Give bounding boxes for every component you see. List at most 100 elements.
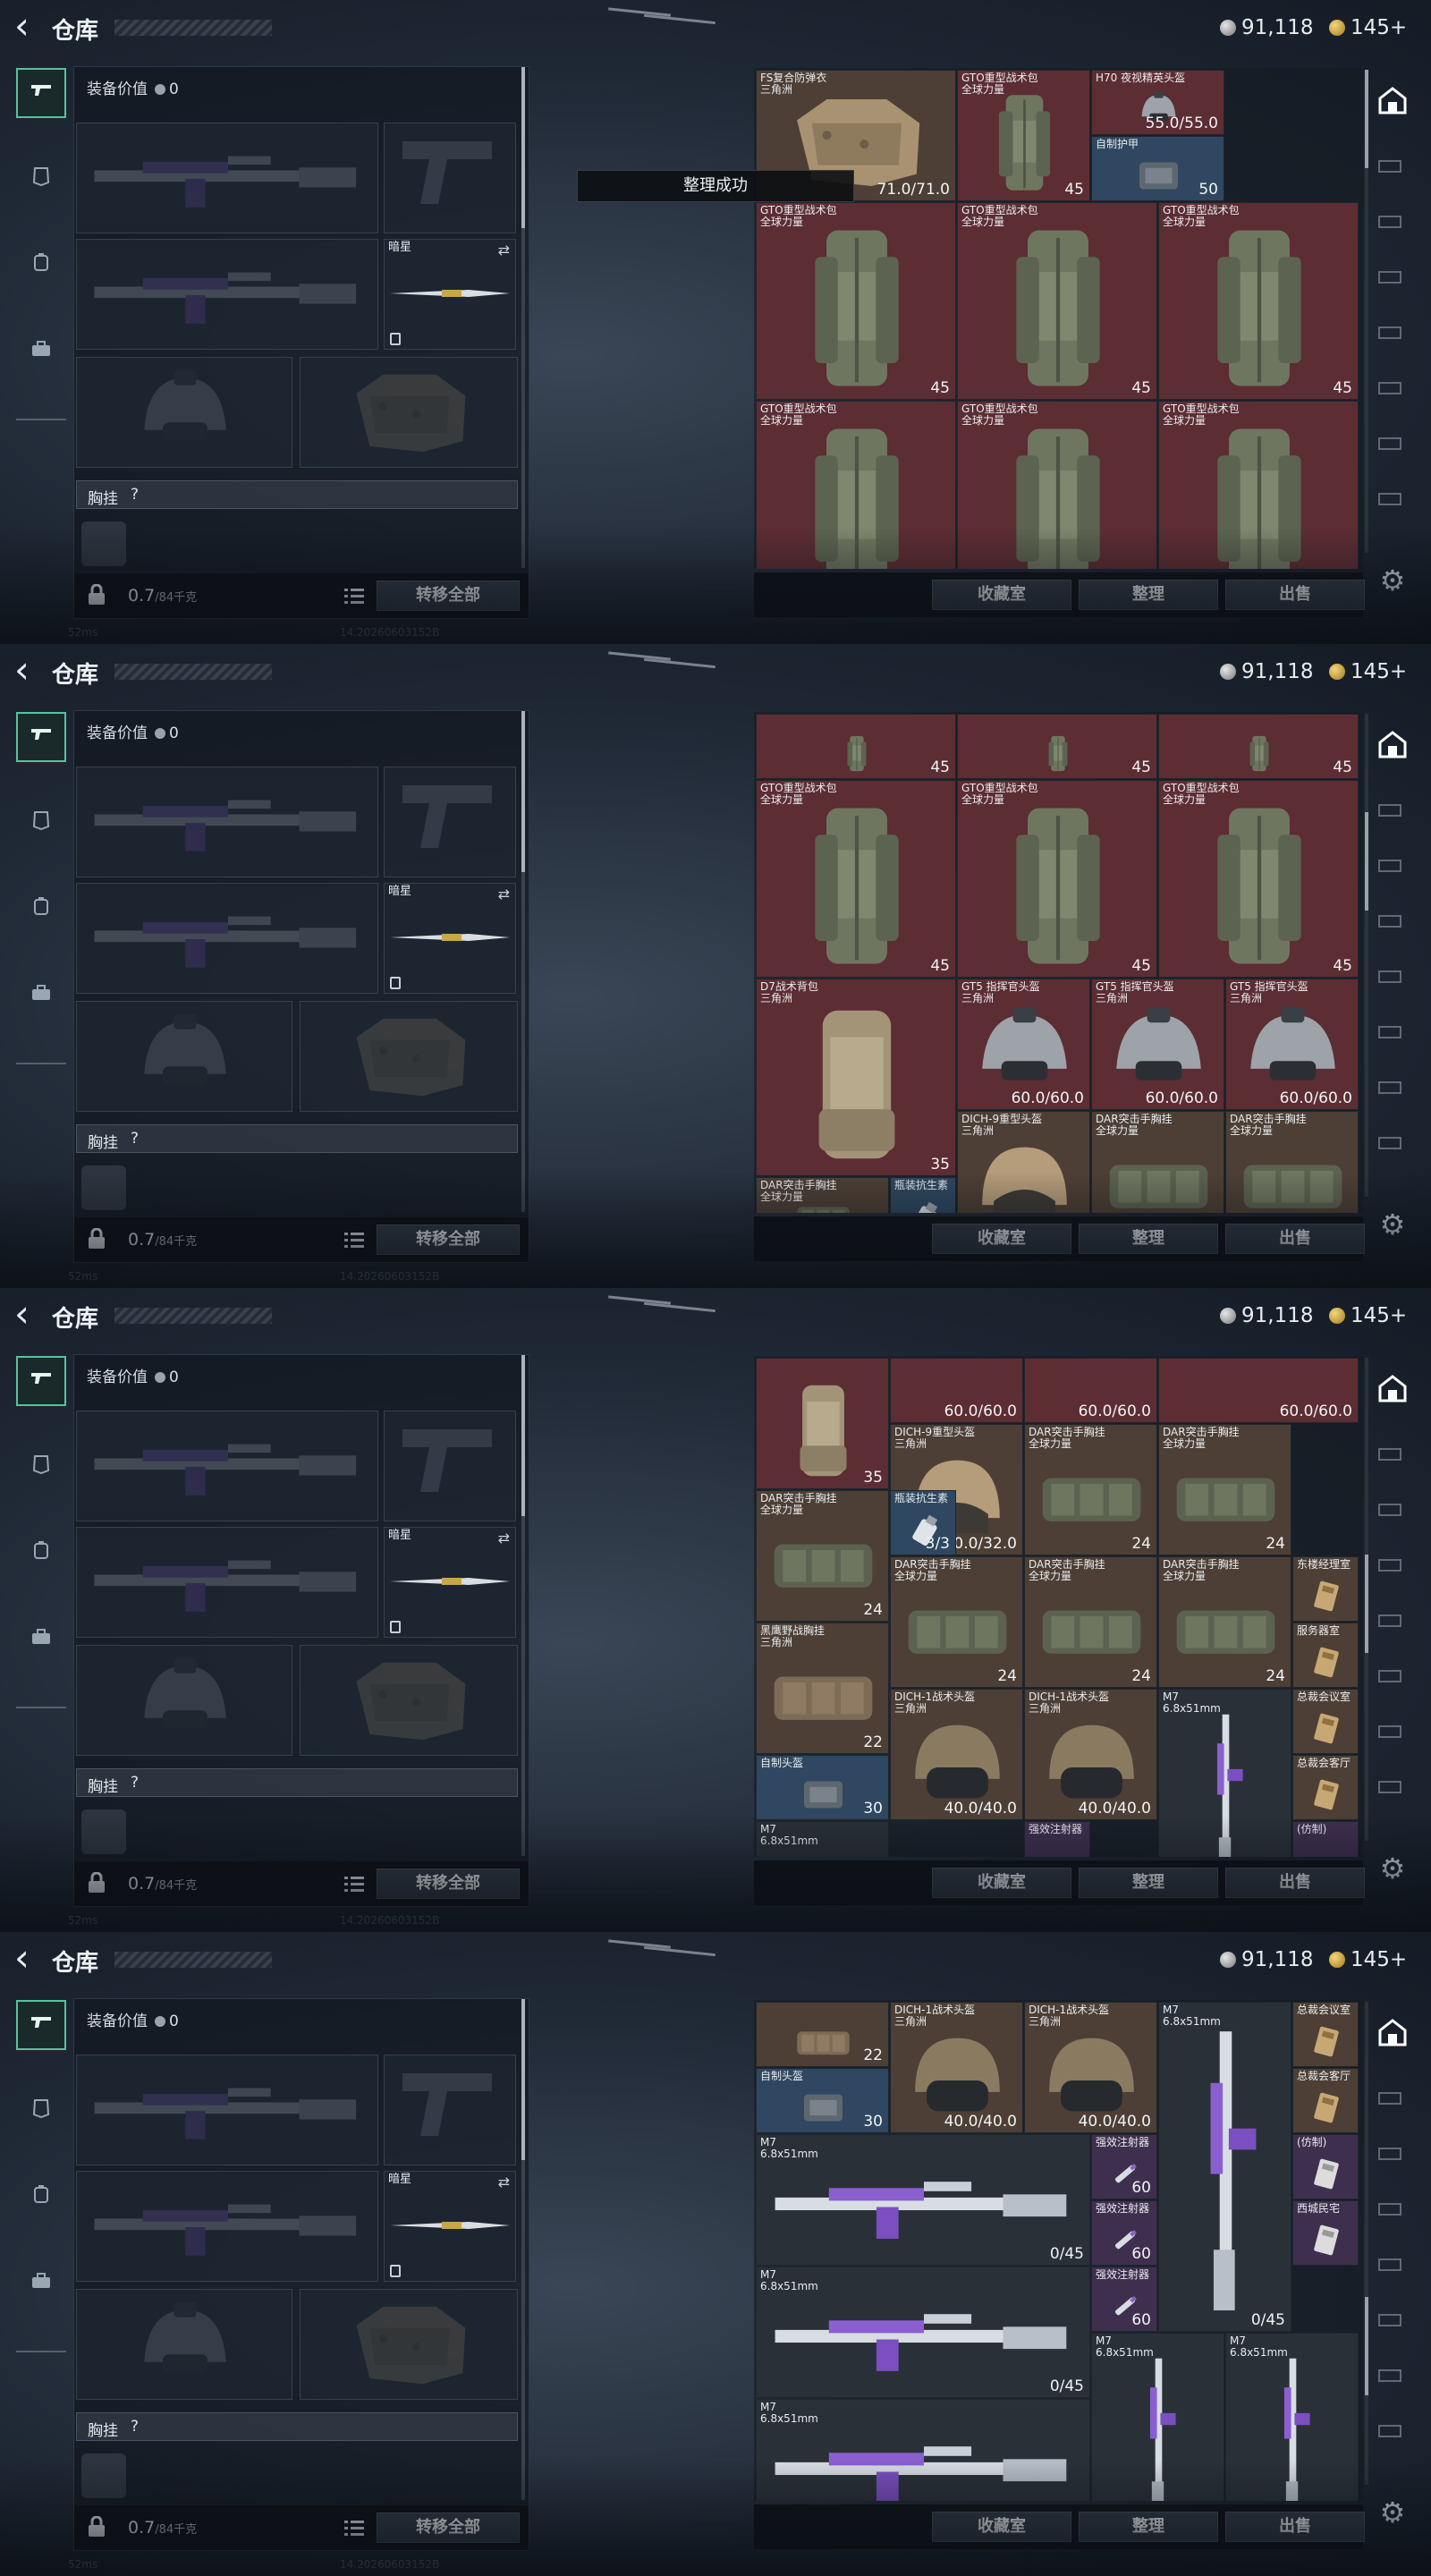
inventory-item[interactable]: DAR突击手胸挂 全球力量 24 bbox=[1024, 1424, 1157, 1555]
equipment-scrollbar[interactable] bbox=[521, 1999, 525, 2500]
inventory-item[interactable]: DAR突击手胸挂 全球力量 bbox=[756, 1177, 889, 1213]
storage-tab-icon[interactable] bbox=[1377, 1445, 1411, 1465]
chest-rig-slot[interactable]: 胸挂? bbox=[76, 2412, 518, 2441]
help-icon[interactable]: ? bbox=[131, 1774, 139, 1792]
pistol-slot[interactable] bbox=[384, 767, 516, 877]
nav-gun[interactable] bbox=[16, 1356, 66, 1406]
nav-backpack[interactable] bbox=[16, 884, 66, 934]
helmet-slot[interactable] bbox=[76, 357, 292, 468]
inventory-item[interactable]: 35 bbox=[756, 1358, 889, 1489]
scrollbar-thumb[interactable] bbox=[1365, 1555, 1368, 1653]
scrollbar-thumb[interactable] bbox=[1365, 2297, 1368, 2395]
inventory-item[interactable]: M7 6.8x51mm 0/45 bbox=[756, 2134, 1090, 2266]
back-arrow-icon[interactable]: ‹ bbox=[14, 651, 39, 689]
storage-tab-icon[interactable] bbox=[1377, 912, 1411, 932]
inventory-item[interactable]: 强效注射器 60 bbox=[1091, 2134, 1157, 2199]
scrollbar-thumb[interactable] bbox=[521, 711, 525, 872]
inventory-item[interactable]: GTO重型战术包 全球力量 45 bbox=[1158, 780, 1359, 978]
inventory-item[interactable]: DAR突击手胸挂 全球力量 24 bbox=[1158, 1556, 1291, 1688]
storage-tab-icon[interactable] bbox=[1377, 1778, 1411, 1798]
pistol-slot[interactable] bbox=[384, 1411, 516, 1521]
inventory-item[interactable]: H70 夜视精英头盔 55.0/55.0 bbox=[1091, 70, 1224, 135]
settings-gear-icon[interactable]: ⚙ bbox=[1377, 565, 1408, 596]
sell-button[interactable]: 出售 bbox=[1225, 2512, 1365, 2542]
collection-room-button[interactable]: 收藏室 bbox=[932, 580, 1071, 610]
nav-gun[interactable] bbox=[16, 68, 66, 118]
organize-button[interactable]: 整理 bbox=[1079, 1224, 1218, 1254]
nav-backpack[interactable] bbox=[16, 1528, 66, 1578]
storage-tab-icon[interactable] bbox=[1377, 968, 1411, 987]
chest-rig-slot[interactable]: 胸挂? bbox=[76, 480, 518, 509]
storage-tab-icon[interactable] bbox=[1377, 1723, 1411, 1742]
storage-tab-icon[interactable] bbox=[1377, 2422, 1411, 2442]
gold-currency[interactable]: 145+ bbox=[1329, 14, 1407, 41]
pistol-slot[interactable] bbox=[384, 123, 516, 233]
back-arrow-icon[interactable]: ‹ bbox=[14, 1295, 39, 1333]
warehouse-icon[interactable] bbox=[1377, 1374, 1411, 1404]
transfer-all-button[interactable]: 转移全部 bbox=[377, 1868, 520, 1899]
inventory-scrollbar[interactable] bbox=[1365, 2002, 1368, 2485]
inventory-item[interactable]: 强效注射器 bbox=[1024, 1821, 1090, 1857]
primary-weapon-slot[interactable] bbox=[76, 1411, 378, 1521]
primary-weapon-slot[interactable] bbox=[76, 767, 378, 877]
melee-slot[interactable]: 暗星 ⇄ bbox=[384, 2171, 516, 2282]
organize-button[interactable]: 整理 bbox=[1079, 2512, 1218, 2542]
inventory-item[interactable]: 强效注射器 60 bbox=[1091, 2267, 1157, 2332]
inventory-item[interactable]: GTO重型战术包 全球力量 45 bbox=[1158, 202, 1359, 400]
storage-tab-icon[interactable] bbox=[1377, 801, 1411, 821]
secondary-weapon-slot[interactable] bbox=[76, 1527, 378, 1638]
nav-gun[interactable] bbox=[16, 2000, 66, 2050]
nav-backpack[interactable] bbox=[16, 240, 66, 290]
settings-gear-icon[interactable]: ⚙ bbox=[1377, 1209, 1408, 1240]
inventory-item[interactable]: M7 6.8x51mm 0/45 bbox=[756, 2267, 1090, 2398]
inventory-item[interactable]: 服务器室 bbox=[1292, 1623, 1359, 1688]
inventory-item[interactable]: M7 6.8x51mm bbox=[756, 2399, 1090, 2501]
nav-armor[interactable] bbox=[16, 1442, 66, 1492]
storage-tab-icon[interactable] bbox=[1377, 2311, 1411, 2331]
primary-weapon-slot[interactable] bbox=[76, 123, 378, 233]
inventory-item[interactable]: DICH-9重型头盔 三角洲 bbox=[957, 1111, 1090, 1213]
inventory-scrollbar[interactable] bbox=[1365, 1358, 1368, 1841]
sell-button[interactable]: 出售 bbox=[1225, 580, 1365, 610]
inventory-item[interactable]: 强效注射器 60 bbox=[1091, 2200, 1157, 2266]
equipment-scrollbar[interactable] bbox=[521, 1355, 525, 1856]
organize-button[interactable]: 整理 bbox=[1079, 1868, 1218, 1898]
storage-tab-icon[interactable] bbox=[1377, 157, 1411, 177]
gold-currency[interactable]: 145+ bbox=[1329, 1946, 1407, 1973]
collection-room-button[interactable]: 收藏室 bbox=[932, 1224, 1071, 1254]
inventory-scrollbar[interactable] bbox=[1365, 70, 1368, 553]
inventory-item[interactable]: DAR突击手胸挂 全球力量 24 bbox=[1158, 1424, 1291, 1555]
equipment-scrollbar[interactable] bbox=[521, 67, 525, 568]
inventory-item[interactable]: DICH-1战术头盔 三角洲 40.0/40.0 bbox=[890, 1689, 1023, 1820]
transfer-all-button[interactable]: 转移全部 bbox=[377, 1224, 520, 1255]
warehouse-icon[interactable] bbox=[1377, 86, 1411, 116]
inventory-item[interactable]: M7 6.8x51mm bbox=[1225, 2333, 1359, 2501]
storage-tab-icon[interactable] bbox=[1377, 268, 1411, 288]
inventory-item[interactable]: DICH-1战术头盔 三角洲 40.0/40.0 bbox=[1024, 2002, 1157, 2133]
back-arrow-icon[interactable]: ‹ bbox=[14, 1939, 39, 1977]
nav-briefcase[interactable] bbox=[16, 1614, 66, 1664]
scrollbar-thumb[interactable] bbox=[521, 1999, 525, 2160]
inventory-item[interactable]: M7 6.8x51mm 0/45 bbox=[1158, 2002, 1291, 2332]
inventory-item[interactable]: 45 bbox=[1158, 714, 1359, 779]
storage-tab-icon[interactable] bbox=[1377, 1612, 1411, 1631]
warehouse-icon[interactable] bbox=[1377, 730, 1411, 760]
inventory-item[interactable]: (仿制) bbox=[1292, 1821, 1359, 1857]
inventory-item[interactable]: 60.0/60.0 bbox=[890, 1358, 1023, 1423]
inventory-item[interactable]: GT5 指挥官头盔 三角洲 60.0/60.0 bbox=[1091, 979, 1224, 1110]
inventory-item[interactable]: 总裁会客厅 bbox=[1292, 1755, 1359, 1820]
sell-button[interactable]: 出售 bbox=[1225, 1868, 1365, 1898]
helmet-slot[interactable] bbox=[76, 1645, 292, 1756]
primary-weapon-slot[interactable] bbox=[76, 2055, 378, 2165]
inventory-item[interactable]: DAR突击手胸挂 全球力量 24 bbox=[756, 1490, 889, 1622]
inventory-item[interactable]: 瓶装抗生素 bbox=[890, 1177, 956, 1213]
help-icon[interactable]: ? bbox=[131, 486, 139, 504]
swap-icon[interactable]: ⇄ bbox=[498, 2174, 510, 2190]
melee-slot[interactable]: 暗星 ⇄ bbox=[384, 1527, 516, 1638]
inventory-item[interactable]: GTO重型战术包 全球力量 bbox=[957, 401, 1157, 569]
inventory-item[interactable]: 自制护甲 50 bbox=[1091, 136, 1224, 201]
armor-slot[interactable] bbox=[300, 1645, 518, 1756]
chest-rig-slot[interactable]: 胸挂? bbox=[76, 1124, 518, 1153]
storage-tab-icon[interactable] bbox=[1377, 2089, 1411, 2109]
nav-gun[interactable] bbox=[16, 712, 66, 762]
